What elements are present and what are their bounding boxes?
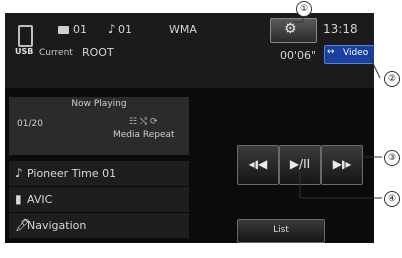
callout-3: ③ <box>384 150 400 166</box>
callout-4: ④ <box>384 191 400 207</box>
leader-2 <box>367 52 381 79</box>
callout-1: ① <box>296 1 312 17</box>
callout-2: ② <box>384 71 400 87</box>
callout-leader-lines <box>254 18 382 199</box>
